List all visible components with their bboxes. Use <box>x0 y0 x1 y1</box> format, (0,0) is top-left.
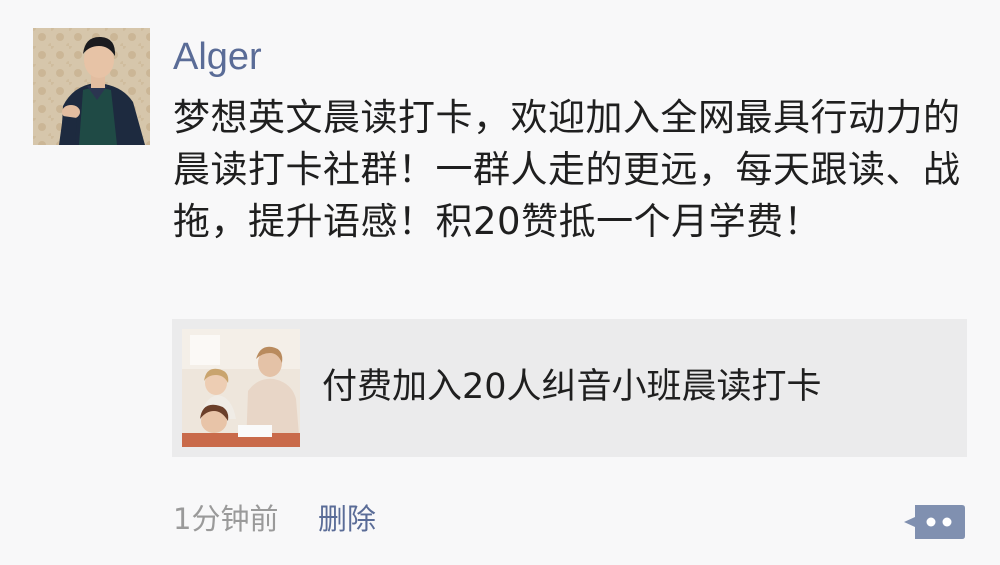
shared-link-card[interactable]: 付费加入20人纠音小班晨读打卡 <box>172 319 967 457</box>
avatar[interactable] <box>33 28 150 145</box>
comment-more-icon <box>904 505 965 539</box>
link-thumbnail <box>182 329 300 447</box>
user-name[interactable]: Alger <box>173 32 262 82</box>
moments-post: Alger 梦想英文晨读打卡，欢迎加入全网最具行动力的晨读打卡社群！一群人走的更… <box>0 0 1000 565</box>
delete-button[interactable]: 删除 <box>318 497 376 541</box>
link-title: 付费加入20人纠音小班晨读打卡 <box>322 367 822 407</box>
classroom-photo-icon <box>182 329 300 447</box>
post-text: 梦想英文晨读打卡，欢迎加入全网最具行动力的晨读打卡社群！一群人走的更远，每天跟读… <box>173 96 961 243</box>
comment-more-button[interactable] <box>903 501 966 543</box>
post-timestamp: 1分钟前 <box>173 502 279 536</box>
avatar-portrait-icon <box>33 28 150 145</box>
